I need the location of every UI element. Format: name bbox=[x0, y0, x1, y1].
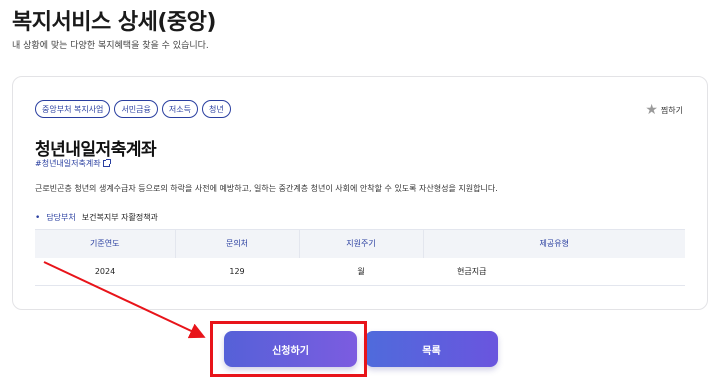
bookmark-button[interactable]: ★ 찜하기 bbox=[645, 103, 683, 117]
external-link-icon bbox=[102, 159, 111, 167]
service-description: 근로빈곤층 청년의 생계수급자 등으로의 하락을 사전에 예방하고, 일하는 중… bbox=[35, 184, 498, 193]
tag-youth: 청년 bbox=[201, 100, 231, 118]
service-detail-card: 중앙부처 복지사업 서민금융 저소득 청년 ★ 찜하기 청년내일저축계좌 #청년… bbox=[12, 76, 708, 310]
table-header-row: 기준연도 문의처 지원주기 제공유형 bbox=[35, 229, 685, 258]
department-label: 담당부처 bbox=[46, 213, 76, 222]
table-header-contact: 문의처 bbox=[174, 229, 299, 258]
table-cell-cycle: 월 bbox=[299, 257, 423, 286]
service-title: 청년내일저축계좌 bbox=[35, 140, 157, 160]
table-cell-contact: 129 bbox=[175, 257, 299, 286]
bookmark-label: 찜하기 bbox=[660, 105, 683, 115]
tag-central-welfare: 중앙부처 복지사업 bbox=[35, 100, 111, 118]
bullet-icon: • bbox=[35, 212, 41, 223]
department-info: • 담당부처 보건복지부 자활정책과 bbox=[35, 212, 158, 223]
service-hashtag: #청년내일저축계좌 bbox=[35, 159, 101, 168]
tag-low-income: 저소득 bbox=[161, 100, 198, 118]
tag-list: 중앙부처 복지사업 서민금융 저소득 청년 bbox=[35, 100, 231, 118]
department-value: 보건복지부 자활정책과 bbox=[81, 213, 158, 222]
star-icon: ★ bbox=[645, 102, 658, 118]
page-subtitle: 내 상황에 맞는 다양한 복지혜택을 찾을 수 있습니다. bbox=[12, 41, 209, 51]
table-header-type: 제공유형 bbox=[422, 229, 685, 258]
service-info-table: 기준연도 문의처 지원주기 제공유형 2024 129 월 현금지급 bbox=[35, 229, 685, 286]
table-row: 2024 129 월 현금지급 bbox=[35, 257, 685, 286]
table-cell-type: 현금지급 bbox=[423, 257, 685, 286]
tag-finance: 서민금융 bbox=[114, 100, 158, 118]
service-hashtag-link[interactable]: #청년내일저축계좌 bbox=[35, 158, 111, 169]
table-cell-year: 2024 bbox=[35, 257, 175, 286]
table-header-cycle: 지원주기 bbox=[298, 229, 423, 258]
list-button[interactable]: 목록 bbox=[365, 331, 498, 367]
table-header-year: 기준연도 bbox=[35, 229, 175, 258]
highlight-box bbox=[210, 321, 367, 377]
page-title: 복지서비스 상세(중앙) bbox=[12, 10, 216, 35]
